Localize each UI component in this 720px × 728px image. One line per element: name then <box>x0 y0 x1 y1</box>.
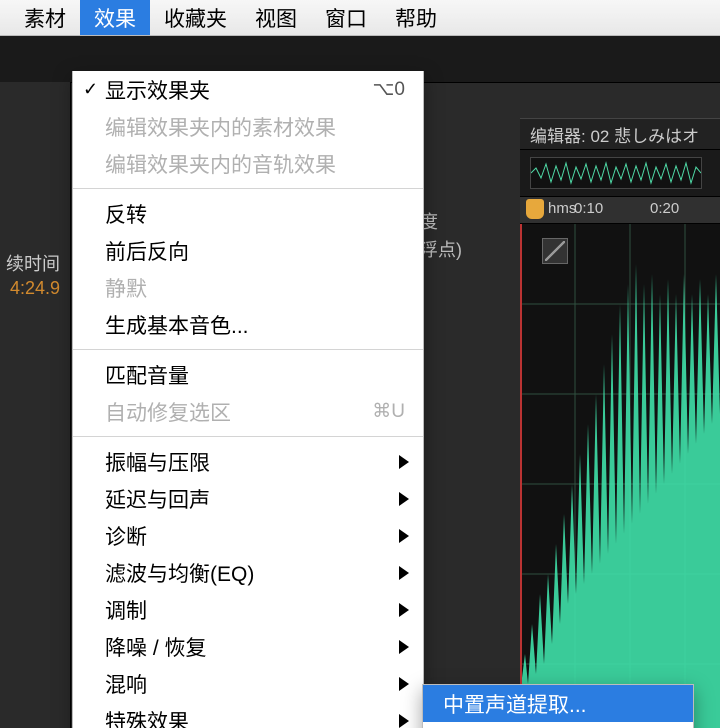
time-ruler[interactable]: hms 0:10 0:20 <box>520 197 720 224</box>
duration-label: 续时间 <box>6 250 60 276</box>
duration-value: 4:24.9 <box>10 278 60 299</box>
menu-separator <box>73 349 423 350</box>
menu-帮助[interactable]: 帮助 <box>381 0 451 35</box>
menu-效果[interactable]: 效果 <box>80 0 150 35</box>
stereo-imagery-submenu: 中置声道提取... 图示相位变换... <box>422 684 694 728</box>
submenu-graphic-phase-shifter[interactable]: 图示相位变换... <box>423 722 693 728</box>
menu-item-generate-tone[interactable]: 生成基本音色... <box>73 306 423 343</box>
menu-item-reverb[interactable]: 混响 <box>73 665 423 702</box>
menu-item-invert[interactable]: 反转 <box>73 195 423 232</box>
menu-视图[interactable]: 视图 <box>241 0 311 35</box>
menubar: 素材 效果 收藏夹 视图 窗口 帮助 <box>0 0 720 36</box>
editor-title: 编辑器: 02 悲しみはオ <box>520 118 720 150</box>
menu-item-edit-clip-effects: 编辑效果夹内的素材效果 <box>73 108 423 145</box>
menu-item-edit-track-effects: 编辑效果夹内的音轨效果 <box>73 145 423 182</box>
menu-item-amplitude[interactable]: 振幅与压限 <box>73 443 423 480</box>
menu-item-match-volume[interactable]: 匹配音量 <box>73 356 423 393</box>
playhead-marker-icon[interactable] <box>526 199 544 219</box>
menu-item-modulation[interactable]: 调制 <box>73 591 423 628</box>
menu-收藏夹[interactable]: 收藏夹 <box>150 0 241 35</box>
workspace: 续时间 4:24.9 度 浮点) 编辑器: 02 悲しみはオ hms 0:10 … <box>0 36 720 728</box>
mid-text-2: 浮点) <box>420 236 462 262</box>
menu-item-auto-heal: 自动修复选区 ⌘U <box>73 393 423 430</box>
waveform-display[interactable] <box>520 224 720 728</box>
menu-item-special[interactable]: 特殊效果 <box>73 702 423 728</box>
shortcut-label: ⌥0 <box>373 78 405 101</box>
editor-panel: 编辑器: 02 悲しみはオ hms 0:10 0:20 <box>520 118 720 728</box>
overview-waveform[interactable] <box>520 150 720 197</box>
menu-item-noise-reduction[interactable]: 降噪 / 恢复 <box>73 628 423 665</box>
menu-item-silence: 静默 <box>73 269 423 306</box>
submenu-center-channel-extractor[interactable]: 中置声道提取... <box>423 685 693 722</box>
ruler-tick-2: 0:20 <box>650 200 679 217</box>
shortcut-label: ⌘U <box>372 400 405 423</box>
menu-separator <box>73 188 423 189</box>
menu-item-filter-eq[interactable]: 滤波与均衡(EQ) <box>73 554 423 591</box>
effects-dropdown: 显示效果夹 ⌥0 编辑效果夹内的素材效果 编辑效果夹内的音轨效果 反转 前后反向… <box>72 71 424 728</box>
left-panel: 续时间 4:24.9 <box>0 82 71 728</box>
menu-素材[interactable]: 素材 <box>10 0 80 35</box>
menu-item-show-effects-rack[interactable]: 显示效果夹 ⌥0 <box>73 71 423 108</box>
ruler-unit: hms <box>548 200 576 217</box>
menu-item-reverse[interactable]: 前后反向 <box>73 232 423 269</box>
menu-item-diagnostics[interactable]: 诊断 <box>73 517 423 554</box>
menu-item-delay-echo[interactable]: 延迟与回声 <box>73 480 423 517</box>
ruler-tick-1: 0:10 <box>574 200 603 217</box>
menu-窗口[interactable]: 窗口 <box>311 0 381 35</box>
menu-separator <box>73 436 423 437</box>
